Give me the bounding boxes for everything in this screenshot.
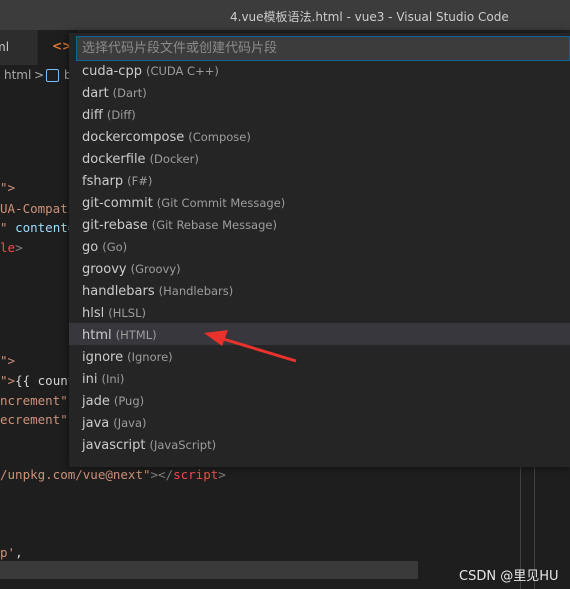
breadcrumb-separator: > (34, 68, 45, 82)
snippet-search-input[interactable] (77, 37, 569, 60)
code-token: ncrement" (0, 393, 68, 408)
language-id: html (82, 328, 112, 343)
language-name: (Java) (113, 416, 147, 430)
code-token: > (218, 467, 226, 482)
language-id: diff (82, 108, 103, 123)
language-id: ignore (82, 350, 124, 365)
language-name: (F#) (127, 174, 153, 188)
language-id: dart (82, 86, 109, 101)
language-id: groovy (82, 262, 127, 277)
quick-pick-list: cuda-cpp (CUDA C++) dart (Dart) diff (Diff) do… (69, 63, 570, 467)
code-token: UA-Compati (0, 201, 76, 216)
code-token: {{ count (15, 373, 76, 388)
language-id: jade (82, 394, 110, 409)
language-name: (Go) (102, 240, 128, 254)
language-id: dockerfile (82, 152, 146, 167)
snippet-language-item-fsharp[interactable]: fsharp (F#) (69, 169, 570, 191)
language-name: (Git Commit Message) (156, 196, 286, 210)
snippet-language-item-go[interactable]: go (Go) (69, 235, 570, 257)
language-id: javascript (82, 438, 146, 453)
code-token: ecrement" (0, 412, 68, 427)
code-line: ">{{ count (0, 373, 75, 388)
title-bar: 4.vue模板语法.html - vue3 - Visual Studio Co… (0, 0, 570, 30)
snippet-language-item-dockerfile[interactable]: dockerfile (Docker) (69, 147, 570, 169)
code-line: UA-Compati (0, 201, 75, 216)
language-name: (Git Rebase Message) (151, 218, 277, 232)
language-id: handlebars (82, 284, 155, 299)
code-token: script (173, 467, 219, 482)
code-line: /unpkg.com/vue@next"></script> (0, 467, 226, 482)
language-name: (Pug) (113, 394, 145, 408)
language-name: (JavaScript) (149, 438, 217, 452)
tab-label: ml (0, 40, 10, 54)
window-title: 4.vue模板语法.html - vue3 - Visual Studio Co… (230, 10, 509, 24)
snippet-language-item-cuda-cpp[interactable]: cuda-cpp (CUDA C++) (69, 63, 570, 81)
code-token: p' (0, 545, 16, 560)
cube-icon (46, 69, 59, 82)
language-id: git-commit (82, 196, 153, 211)
code-token: "> (0, 373, 16, 388)
language-name: (Compose) (188, 130, 251, 144)
code-token: "> (0, 353, 16, 368)
code-token: le (0, 240, 16, 255)
current-line-highlight (0, 561, 418, 579)
code-token: /unpkg.com/vue@next" (0, 467, 151, 482)
snippet-language-item-html[interactable]: html (HTML) (69, 323, 570, 345)
snippet-language-item-javascript[interactable]: javascript (JavaScript) (69, 433, 570, 455)
code-line: "> (0, 353, 15, 368)
snippet-language-item-git-commit[interactable]: git-commit (Git Commit Message) (69, 191, 570, 213)
snippet-language-item-diff[interactable]: diff (Diff) (69, 103, 570, 125)
snippet-language-item-dockercompose[interactable]: dockercompose (Compose) (69, 125, 570, 147)
quick-pick-input-box[interactable] (76, 36, 570, 61)
snippet-quick-pick: cuda-cpp(CUDA C++)dart(Dart)diff(Diff)do… (69, 33, 570, 467)
language-name: (Docker) (149, 152, 199, 166)
language-id: git-rebase (82, 218, 148, 233)
code-token: > (15, 240, 23, 255)
snippet-language-item-hlsl[interactable]: hlsl (HLSL) (69, 301, 570, 323)
code-token: content= (15, 220, 76, 235)
code-token: ></ (150, 467, 174, 482)
language-name: (Diff) (106, 108, 136, 122)
snippet-language-item-dart[interactable]: dart (Dart) (69, 81, 570, 103)
language-id: dockercompose (82, 130, 185, 145)
language-id: ini (82, 372, 98, 387)
code-line: " content= (0, 220, 75, 235)
language-name: (Ini) (101, 372, 125, 386)
snippet-language-item-jade[interactable]: jade (Pug) (69, 389, 570, 411)
snippet-language-item-handlebars[interactable]: handlebars (Handlebars) (69, 279, 570, 301)
language-name: (Handlebars) (158, 284, 234, 298)
code-line: p', (0, 545, 23, 560)
code-line: "> (0, 180, 15, 195)
language-id: hlsl (82, 306, 105, 321)
code-line: le> (0, 240, 23, 255)
snippet-language-item-ini[interactable]: ini (Ini) (69, 367, 570, 389)
language-id: java (82, 416, 110, 431)
tab-html-file[interactable]: ml (0, 30, 38, 65)
snippet-language-item-ignore[interactable]: ignore (Ignore) (69, 345, 570, 367)
watermark: CSDN @里见HU (459, 569, 559, 584)
language-id: go (82, 240, 99, 255)
language-name: (Ignore) (127, 350, 173, 364)
code-token: "> (0, 180, 16, 195)
language-name: (CUDA C++) (145, 64, 219, 78)
language-id: fsharp (82, 174, 124, 189)
language-name: (HTML) (115, 328, 157, 342)
snippet-language-item-java[interactable]: java (Java) (69, 411, 570, 433)
code-token: " (0, 220, 16, 235)
code-line: ecrement" (0, 412, 68, 427)
language-name: (HLSL) (108, 306, 146, 320)
code-token: , (15, 545, 23, 560)
code-line: ncrement" (0, 393, 68, 408)
language-name: (Dart) (112, 86, 147, 100)
language-id: cuda-cpp (82, 64, 142, 79)
language-name: (Groovy) (130, 262, 181, 276)
breadcrumb-item-html[interactable]: html (4, 68, 31, 82)
snippet-language-item-groovy[interactable]: groovy (Groovy) (69, 257, 570, 279)
snippet-language-item-git-rebase[interactable]: git-rebase (Git Rebase Message) (69, 213, 570, 235)
